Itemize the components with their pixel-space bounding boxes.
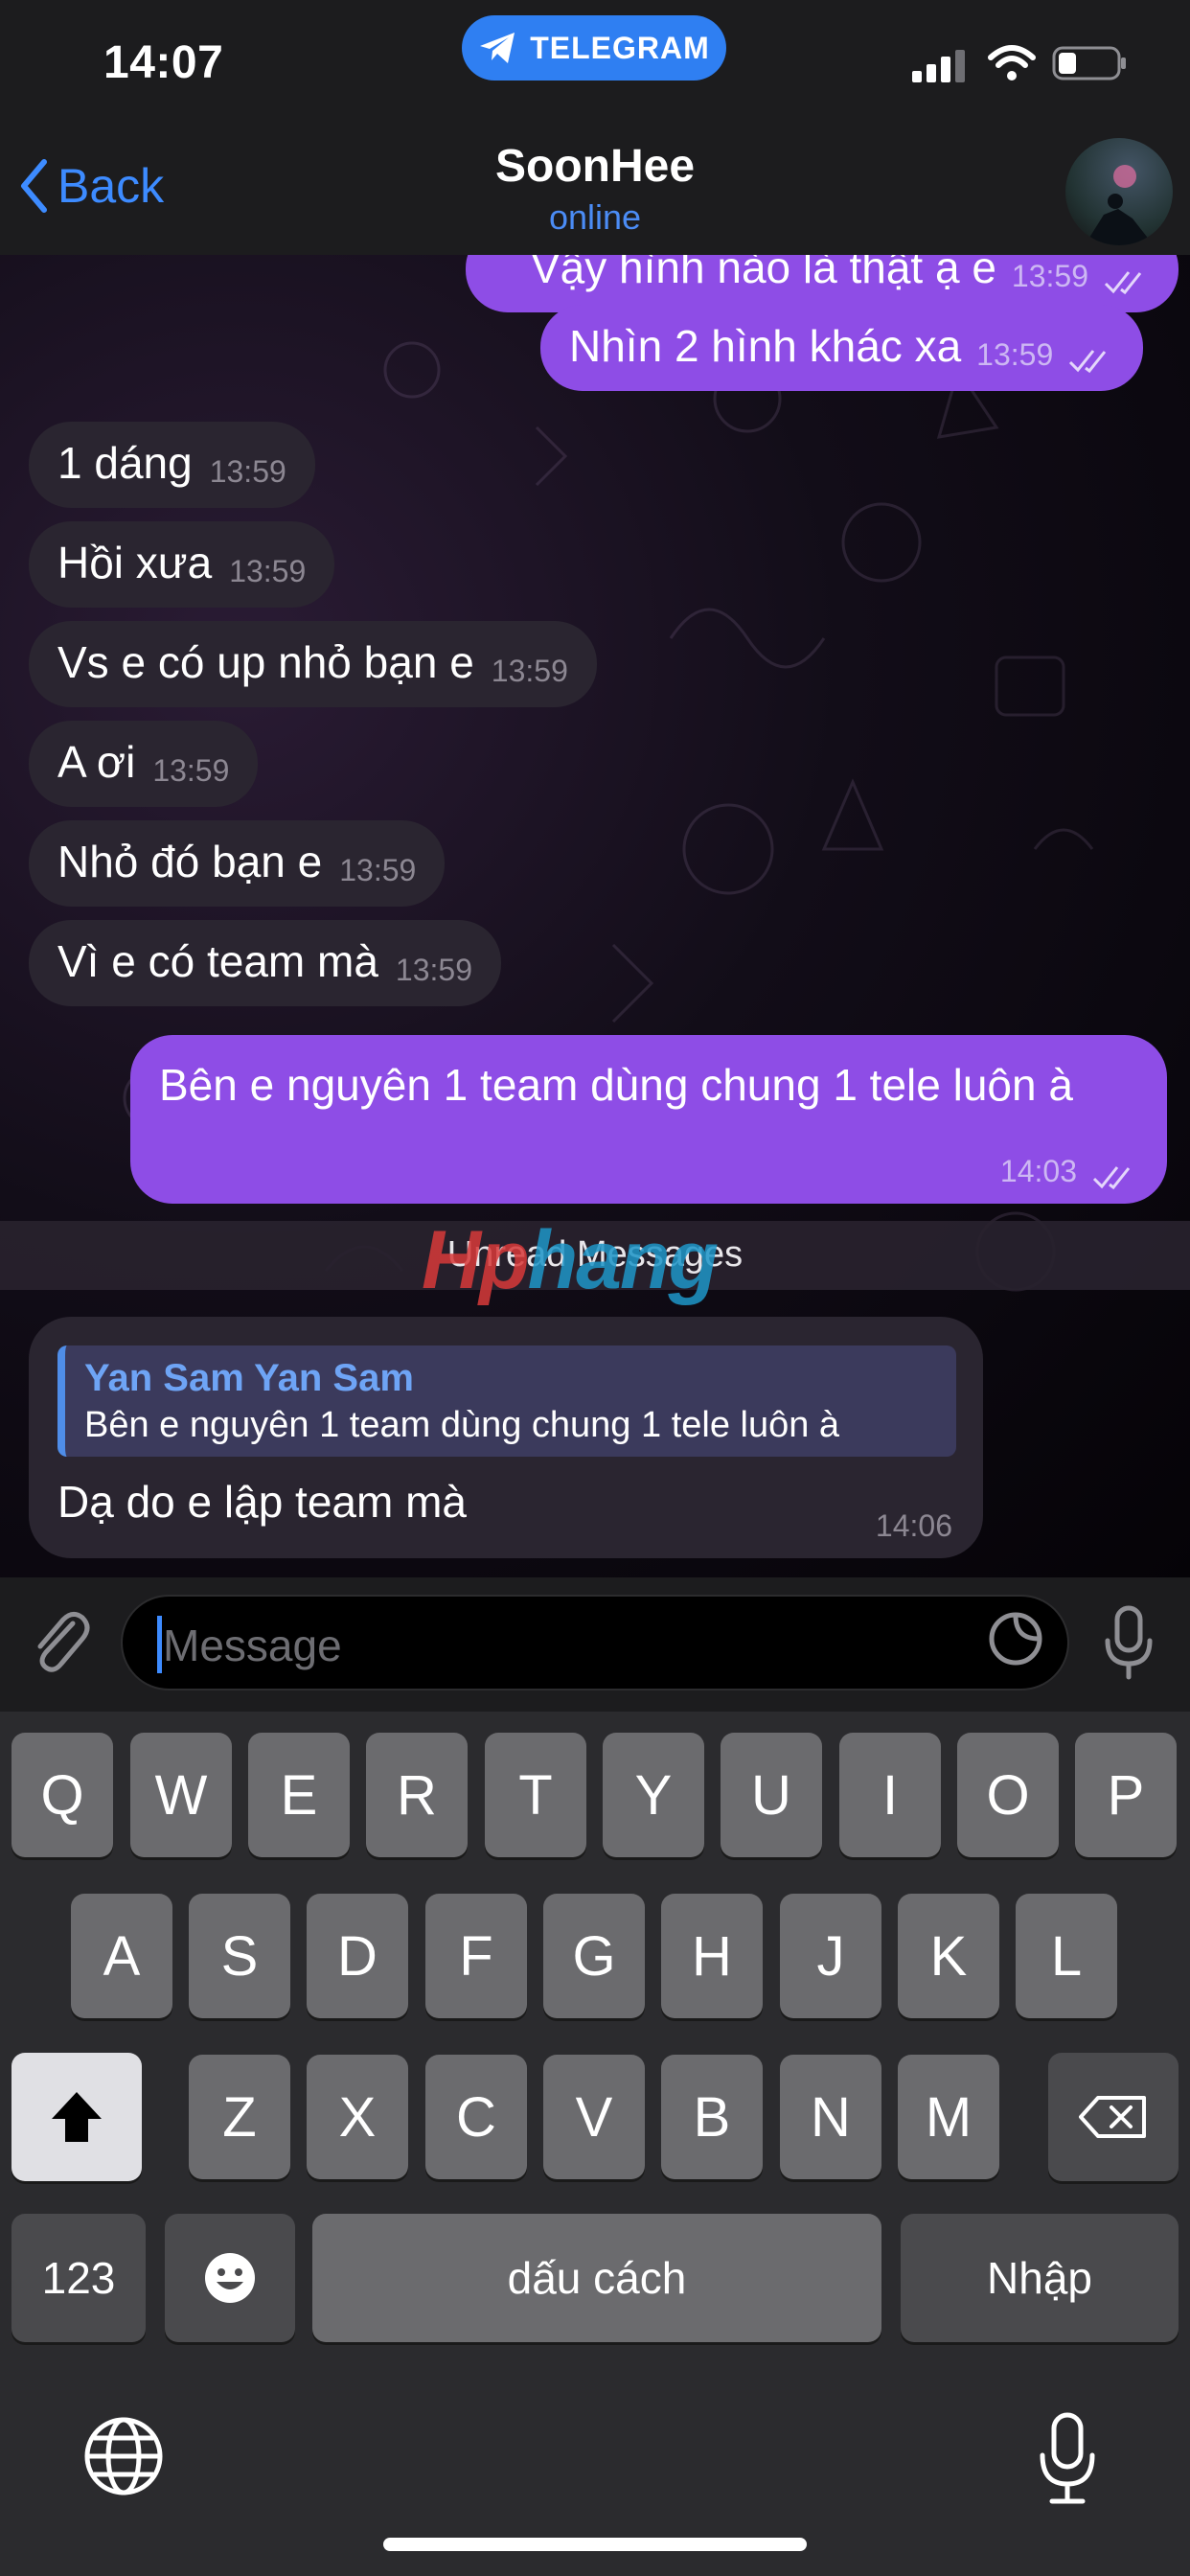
read-check-icon (1092, 1166, 1131, 1190)
message-time: 13:59 (229, 554, 307, 588)
key-c[interactable]: C (425, 2055, 527, 2179)
reply-quote-author: Yan Sam Yan Sam (84, 1357, 414, 1399)
message-incoming[interactable]: A ơi 13:59 (29, 721, 259, 807)
message-time: 13:59 (152, 753, 230, 788)
message-time: 13:59 (395, 953, 472, 987)
shift-arrow-icon (52, 2092, 102, 2142)
reply-quote-text: Bên e nguyên 1 team dùng chung 1 tele lu… (84, 1405, 840, 1445)
message-text: Vậy hình nào là thật ạ e (531, 255, 996, 292)
signal-icon (912, 50, 965, 82)
message-outgoing[interactable]: Vậy hình nào là thật ạ e 13:59 (466, 255, 1179, 312)
key-f[interactable]: F (425, 1894, 527, 2018)
message-placeholder: Message (163, 1621, 342, 1670)
key-t[interactable]: T (485, 1733, 586, 1857)
message-time: 13:59 (209, 454, 286, 489)
key-d[interactable]: D (307, 1894, 408, 2018)
telegram-plane-icon (480, 33, 515, 63)
watermark: Hphang (422, 1213, 719, 1308)
message-incoming-reply[interactable]: Yan Sam Yan Sam Bên e nguyên 1 team dùng… (29, 1317, 983, 1558)
text-caret (157, 1616, 162, 1673)
key-b[interactable]: B (661, 2055, 763, 2179)
key-k[interactable]: K (898, 1894, 999, 2018)
avatar[interactable] (1065, 138, 1173, 245)
paperclip-icon[interactable] (27, 1602, 94, 1679)
message-text: 1 dáng (57, 438, 193, 488)
message-time: 13:59 (1011, 259, 1088, 293)
key-s[interactable]: S (189, 1894, 290, 2018)
key-v[interactable]: V (543, 2055, 645, 2179)
chat-area[interactable]: Vậy hình nào là thật ạ e 13:59 Nhìn 2 hì… (0, 255, 1190, 1577)
read-check-icon (1104, 271, 1142, 295)
message-time: 13:59 (339, 853, 417, 887)
telegram-pill-label: TELEGRAM (530, 30, 710, 65)
numbers-key[interactable]: 123 (11, 2214, 146, 2342)
microphone-icon[interactable] (1100, 1604, 1157, 1681)
watermark-part: Hp (422, 1214, 530, 1306)
emoji-key[interactable] (165, 2214, 295, 2342)
message-text: Bên e nguyên 1 team dùng chung 1 tele lu… (159, 1060, 1073, 1110)
key-o[interactable]: O (957, 1733, 1059, 1857)
emoji-face-icon (205, 2253, 255, 2303)
message-time: 13:59 (491, 654, 568, 688)
key-l[interactable]: L (1016, 1894, 1117, 2018)
message-time: 14:06 (875, 1508, 952, 1543)
key-i[interactable]: I (839, 1733, 941, 1857)
chat-status: online (548, 197, 642, 237)
space-key[interactable]: dấu cách (312, 2214, 881, 2342)
shift-key[interactable] (11, 2053, 142, 2181)
key-a[interactable]: A (71, 1894, 172, 2018)
key-x[interactable]: X (307, 2055, 408, 2179)
message-text: Vs e có up nhỏ bạn e (57, 637, 474, 687)
backspace-icon (1079, 2096, 1146, 2138)
message-outgoing[interactable]: Bên e nguyên 1 team dùng chung 1 tele lu… (130, 1035, 1167, 1204)
key-z[interactable]: Z (189, 2055, 290, 2179)
message-text: Nhỏ đó bạn e (57, 837, 323, 886)
status-time: 14:07 (103, 37, 224, 88)
message-text: Hồi xưa (57, 538, 213, 587)
enter-key[interactable]: Nhập (901, 2214, 1179, 2342)
globe-icon[interactable] (80, 2413, 167, 2499)
message-outgoing[interactable]: Nhìn 2 hình khác xa 13:59 (540, 305, 1144, 391)
key-m[interactable]: M (898, 2055, 999, 2179)
key-r[interactable]: R (366, 1733, 468, 1857)
key-n[interactable]: N (780, 2055, 881, 2179)
key-j[interactable]: J (780, 1894, 881, 2018)
reply-quote[interactable]: Yan Sam Yan Sam Bên e nguyên 1 team dùng… (57, 1346, 956, 1457)
message-time: 13:59 (976, 337, 1054, 372)
key-y[interactable]: Y (603, 1733, 704, 1857)
message-incoming[interactable]: Nhỏ đó bạn e 13:59 (29, 820, 446, 907)
read-check-icon (1069, 350, 1107, 374)
key-h[interactable]: H (661, 1894, 763, 2018)
wifi-icon (988, 45, 1036, 80)
message-text: Dạ do e lập team mà (57, 1477, 468, 1527)
watermark-part: hang (527, 1214, 719, 1306)
message-incoming[interactable]: Hồi xưa 13:59 (29, 521, 335, 608)
message-incoming[interactable]: Vs e có up nhỏ bạn e 13:59 (29, 621, 597, 707)
key-u[interactable]: U (721, 1733, 822, 1857)
avatar-image (1085, 165, 1154, 245)
home-indicator[interactable] (383, 2538, 807, 2551)
message-time: 14:03 (999, 1154, 1077, 1188)
telegram-pill[interactable]: TELEGRAM (462, 15, 726, 80)
key-e[interactable]: E (248, 1733, 350, 1857)
message-incoming[interactable]: 1 dáng 13:59 (29, 422, 315, 508)
key-q[interactable]: Q (11, 1733, 113, 1857)
message-text: Nhìn 2 hình khác xa (569, 321, 962, 371)
key-w[interactable]: W (130, 1733, 232, 1857)
message-text: A ơi (57, 737, 136, 787)
sticker-icon[interactable] (987, 1610, 1044, 1668)
chat-title[interactable]: SoonHee (0, 140, 1190, 193)
key-g[interactable]: G (543, 1894, 645, 2018)
backspace-key[interactable] (1048, 2053, 1179, 2181)
message-incoming[interactable]: Vì e có team mà 13:59 (29, 920, 501, 1006)
battery-icon (1052, 46, 1126, 80)
dictation-mic-icon[interactable] (1033, 2411, 1102, 2507)
key-p[interactable]: P (1075, 1733, 1177, 1857)
message-text: Vì e có team mà (57, 936, 378, 986)
